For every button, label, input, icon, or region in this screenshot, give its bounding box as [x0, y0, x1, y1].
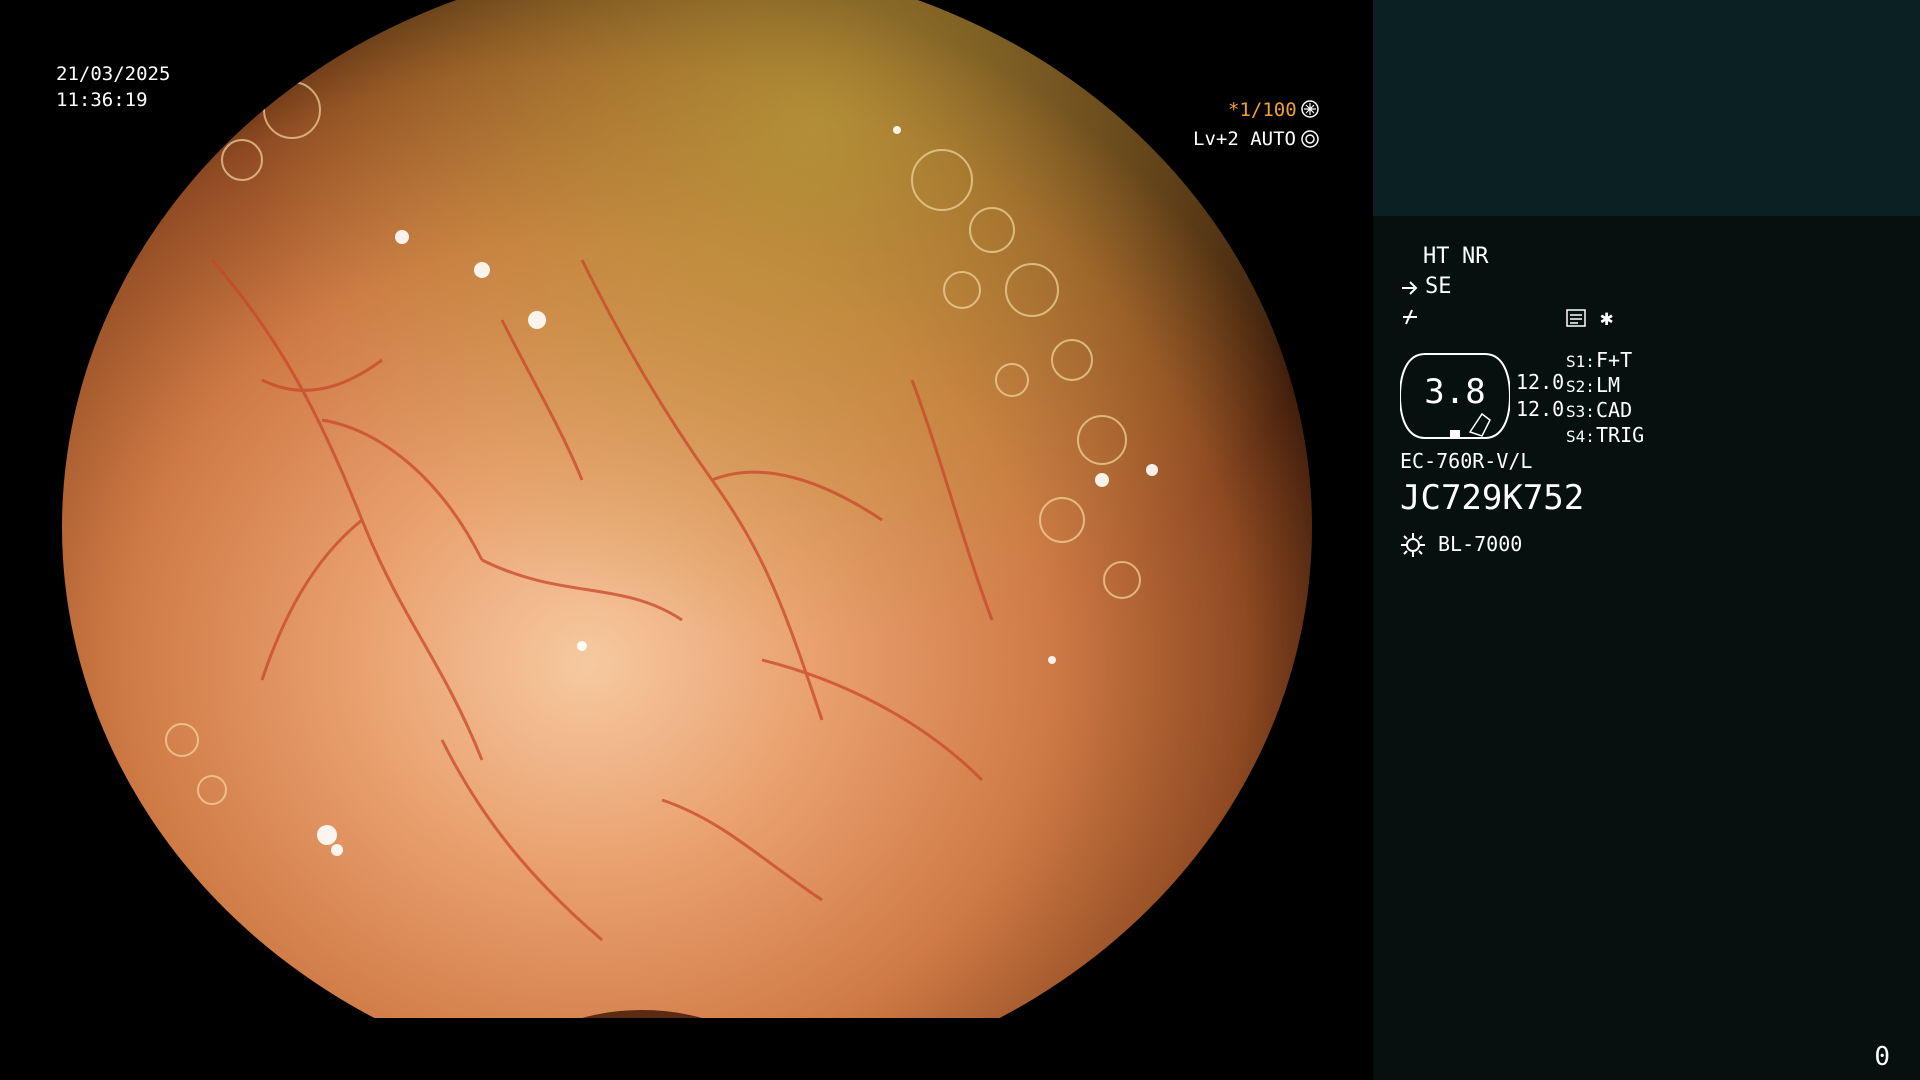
s2-key: S2: — [1566, 377, 1595, 396]
ht-label: HT — [1423, 244, 1450, 269]
bend-icon — [1400, 307, 1420, 327]
endoscopy-image-frame — [0, 0, 1373, 1018]
asterisk-icon: ✱ — [1600, 306, 1614, 331]
date-text: 21/03/2025 — [56, 63, 171, 85]
se-label: SE — [1425, 274, 1452, 299]
scope-tip-icon — [1400, 278, 1424, 298]
auto-iris-icon — [1300, 129, 1320, 149]
s4-key: S4: — [1566, 427, 1595, 446]
s2-value: LM — [1596, 373, 1621, 397]
value-b: 12.0 — [1516, 397, 1565, 421]
image-counter: 0 — [1874, 1042, 1890, 1072]
scope-model: EC-760R-V/L — [1400, 449, 1533, 473]
value-a: 12.0 — [1516, 370, 1565, 394]
light-source-icon — [1400, 532, 1426, 558]
shutter-speed-text: *1/100 — [1228, 99, 1297, 121]
s3-key: S3: — [1566, 402, 1595, 421]
endoscopy-view: 21/03/2025 11:36:19 *1/100 Lv+2 AUTO — [0, 0, 1373, 1080]
s1-key: S1: — [1566, 352, 1595, 371]
memo-icon — [1565, 308, 1587, 328]
time-text: 11:36:19 — [56, 89, 148, 111]
magnification-badge: 3.8 — [1400, 352, 1510, 440]
light-level-text: Lv+2 AUTO — [1193, 128, 1296, 150]
badge-value: 3.8 — [1424, 372, 1486, 412]
endoscopy-image — [62, 0, 1312, 1018]
scope-serial: JC729K752 — [1400, 478, 1585, 518]
s3-value: CAD — [1596, 398, 1633, 422]
s4-value: TRIG — [1596, 423, 1645, 447]
s1-value: F+T — [1596, 348, 1633, 372]
shutter-mode-icon — [1300, 99, 1320, 119]
light-source-model: BL-7000 — [1438, 532, 1523, 556]
nr-label: NR — [1462, 244, 1489, 269]
info-panel-header — [1373, 0, 1920, 216]
